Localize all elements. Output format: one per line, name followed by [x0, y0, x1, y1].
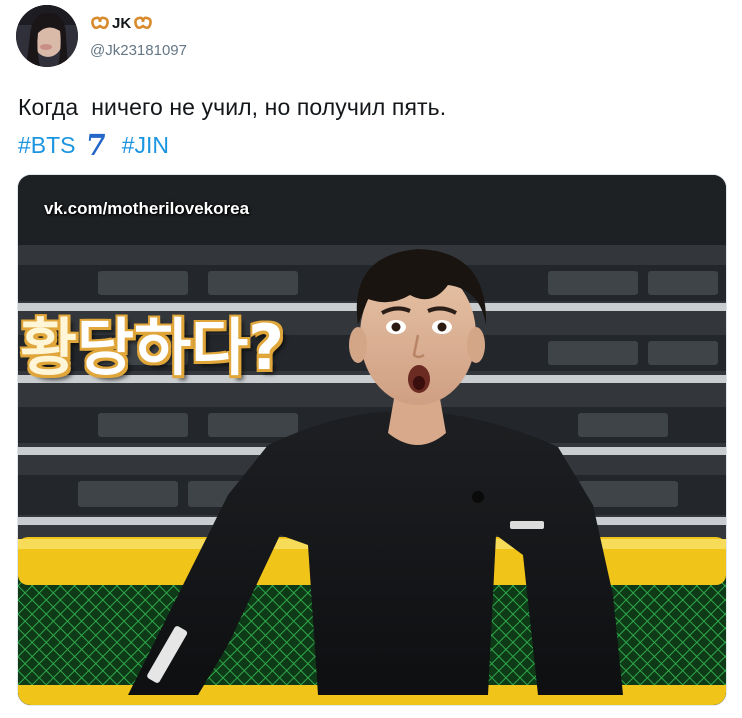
tweet-text: Когда ничего не учил, но получил пять.: [18, 94, 447, 120]
media-photo: [18, 175, 726, 705]
hashtag-jin[interactable]: #JIN: [122, 132, 169, 159]
hashtag-bts[interactable]: #BTS: [18, 132, 76, 159]
display-name[interactable]: JK: [90, 15, 153, 32]
watermark-text: vk.com/motherilovekorea: [44, 199, 250, 218]
caption-first-char: 황: [19, 310, 78, 385]
hashtag-emoji-7: 7: [83, 128, 108, 162]
pretzel-icon: [90, 16, 110, 32]
korean-caption: 황당하다?: [19, 297, 285, 387]
hashtag-line: #BTS 7 #JIN: [18, 128, 169, 162]
pretzel-icon: [133, 16, 153, 32]
avatar-image: [16, 5, 78, 67]
user-handle[interactable]: @Jk23181097: [90, 42, 187, 59]
display-name-text: JK: [112, 15, 132, 32]
caption-rest: 당하다?: [76, 310, 285, 385]
tweet-media-image[interactable]: vk.com/motherilovekorea 황당하다?: [17, 174, 727, 706]
tweet-header: JK @Jk23181097: [16, 5, 716, 69]
avatar[interactable]: [16, 5, 78, 67]
